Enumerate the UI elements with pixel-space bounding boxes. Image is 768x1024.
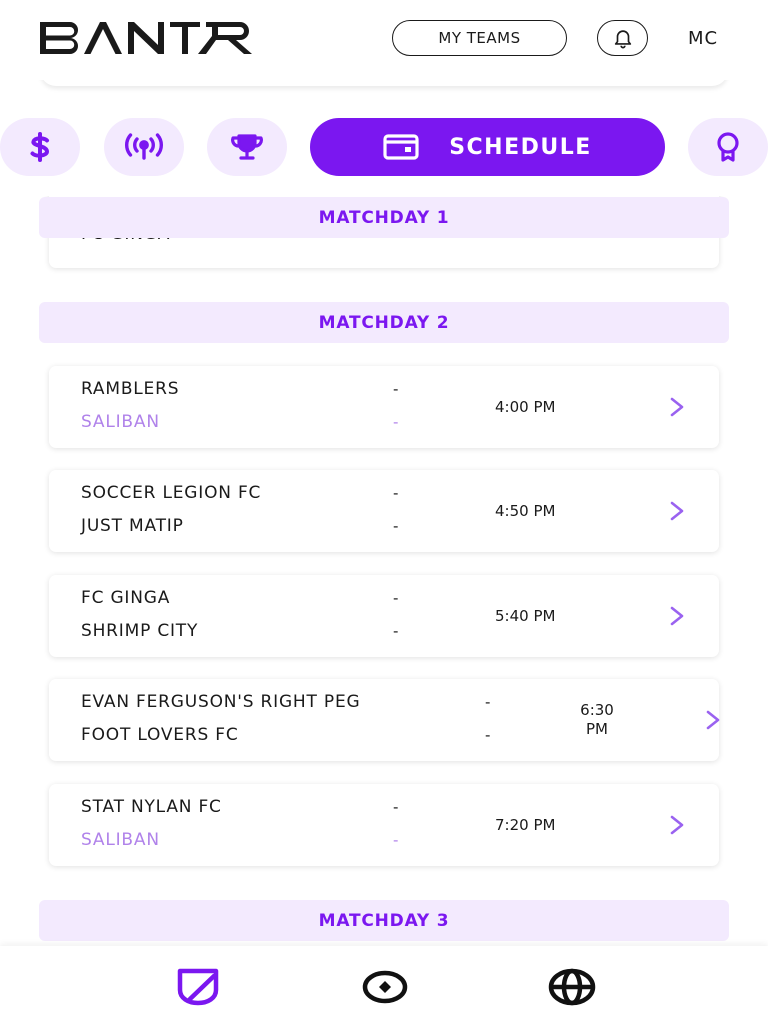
- bottom-nav-discover[interactable]: [360, 966, 410, 1008]
- eye-target-icon: [362, 970, 408, 1004]
- notifications-button[interactable]: [597, 20, 648, 56]
- calendar-icon: [383, 134, 419, 160]
- home-score: -: [393, 589, 399, 607]
- match-card[interactable]: STAT NYLAN FC SALIBAN - - 7:20 PM: [49, 784, 719, 866]
- trophy-icon: [231, 134, 263, 160]
- chevron-right-icon[interactable]: [667, 815, 687, 835]
- away-team: SALIBAN: [81, 412, 160, 432]
- match-card[interactable]: EVAN FERGUSON'S RIGHT PEG FOOT LOVERS FC…: [49, 679, 720, 761]
- matchday-header: MATCHDAY 3: [39, 900, 729, 941]
- match-time-period: PM: [586, 720, 608, 738]
- broadcast-icon: [125, 133, 163, 160]
- bottom-nav-league[interactable]: [173, 966, 223, 1008]
- bottom-nav-world[interactable]: [547, 966, 597, 1008]
- away-team: JUST MATIP: [81, 516, 184, 536]
- chevron-right-icon[interactable]: [667, 397, 687, 417]
- away-score: -: [393, 831, 399, 849]
- chevron-right-icon[interactable]: [703, 710, 723, 730]
- tab-money[interactable]: [0, 118, 80, 176]
- match-card[interactable]: FC GINGA SHRIMP CITY - - 5:40 PM: [49, 575, 719, 657]
- award-ribbon-icon: [717, 132, 739, 162]
- tab-awards[interactable]: [688, 118, 768, 176]
- home-team: STAT NYLAN FC: [81, 797, 222, 817]
- dollar-icon: [30, 132, 50, 162]
- match-time: 5:40 PM: [495, 607, 556, 625]
- bell-icon: [614, 30, 631, 49]
- home-team: RAMBLERS: [81, 379, 180, 399]
- tab-schedule-label: SCHEDULE: [449, 134, 592, 160]
- schedule-list[interactable]: FC GINGA 3 MATCHDAY 1 MATCHDAY 2 RAMBLER…: [0, 196, 768, 946]
- home-score: -: [485, 693, 491, 711]
- home-team: EVAN FERGUSON'S RIGHT PEG: [81, 692, 361, 712]
- away-team: SHRIMP CITY: [81, 621, 199, 641]
- match-time: 4:00 PM: [495, 398, 556, 416]
- away-score: -: [393, 413, 399, 431]
- bottom-navigation: [0, 946, 768, 1024]
- match-time-hour: 6:30: [580, 701, 614, 719]
- chevron-right-icon[interactable]: [667, 501, 687, 521]
- home-team: SOCCER LEGION FC: [81, 483, 262, 503]
- match-time: 6:30 PM: [577, 701, 617, 739]
- away-team: SALIBAN: [81, 830, 160, 850]
- shield-icon: [177, 968, 219, 1006]
- tab-live[interactable]: [104, 118, 184, 176]
- away-score: -: [485, 726, 491, 744]
- user-avatar[interactable]: MC: [678, 26, 728, 50]
- match-card[interactable]: RAMBLERS SALIBAN - - 4:00 PM: [49, 366, 719, 448]
- match-time: 4:50 PM: [495, 502, 556, 520]
- home-score: -: [393, 484, 399, 502]
- matchday-header: MATCHDAY 2: [39, 302, 729, 343]
- home-score: -: [393, 380, 399, 398]
- away-score: -: [393, 517, 399, 535]
- my-teams-button[interactable]: MY TEAMS: [392, 20, 567, 56]
- away-score: -: [393, 622, 399, 640]
- tab-schedule[interactable]: SCHEDULE: [310, 118, 665, 176]
- away-team: FOOT LOVERS FC: [81, 725, 239, 745]
- home-score: -: [393, 798, 399, 816]
- bantr-logo[interactable]: [40, 22, 254, 54]
- match-card[interactable]: SOCCER LEGION FC JUST MATIP - - 4:50 PM: [49, 470, 719, 552]
- globe-icon: [548, 968, 596, 1006]
- app-header: MY TEAMS MC: [0, 0, 768, 80]
- section-tabs: SCHEDULE: [0, 118, 768, 176]
- matchday-header: MATCHDAY 1: [39, 197, 729, 238]
- home-team: FC GINGA: [81, 588, 171, 608]
- tab-trophy[interactable]: [207, 118, 287, 176]
- chevron-right-icon[interactable]: [667, 606, 687, 626]
- match-time: 7:20 PM: [495, 816, 556, 834]
